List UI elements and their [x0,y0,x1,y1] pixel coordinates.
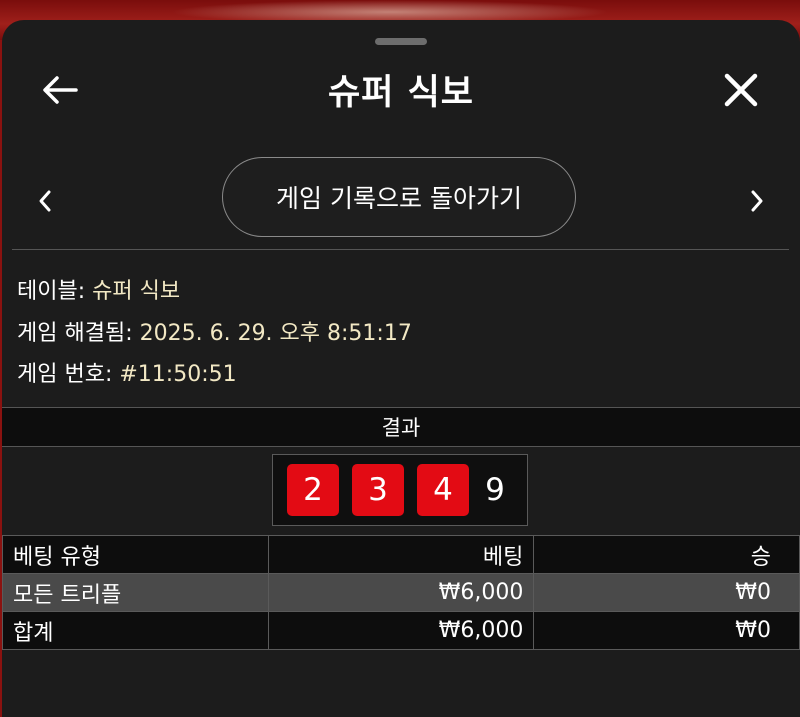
cell-total-label: 합계 [2,611,269,650]
cell-total-bet: ₩6,000 [267,611,535,650]
die-1: 2 [287,464,339,516]
table-total-row: 합계 ₩6,000 ₩0 [2,611,800,650]
column-header-bet: 베팅 [267,535,535,574]
info-table-label: 테이블: [17,279,86,304]
close-button[interactable] [718,68,764,112]
table-row: 모든 트리플 ₩6,000 ₩0 [2,573,800,612]
table-header-row: 베팅 유형 베팅 승 [2,535,800,574]
bets-table: 베팅 유형 베팅 승 모든 트리플 ₩6,000 ₩0 합계 ₩6,000 ₩0 [2,535,800,650]
results-header: 결과 [2,407,800,447]
return-to-history-button[interactable]: 게임 기록으로 돌아가기 [222,157,576,237]
dice-total: 9 [485,472,505,508]
next-game-button[interactable] [742,186,772,216]
die-2: 3 [352,464,404,516]
divider [12,249,789,250]
drag-handle[interactable] [375,38,427,45]
column-header-bet-type: 베팅 유형 [2,535,269,574]
page-title: 슈퍼 식보 [328,73,474,113]
die-3: 4 [417,464,469,516]
cell-win-amount: ₩0 [533,573,800,612]
cell-bet-amount: ₩6,000 [267,573,535,612]
game-detail-sheet: 슈퍼 식보 게임 기록으로 돌아가기 테이블: 슈퍼 식보 게임 해결됨: 20… [2,20,800,717]
dice-result: 2 3 4 9 [272,454,528,526]
info-game-number-label: 게임 번호: [17,362,113,387]
chevron-right-icon [751,190,763,212]
previous-game-button[interactable] [30,186,60,216]
chevron-left-icon [39,190,51,212]
column-header-win: 승 [533,535,800,574]
cell-total-win: ₩0 [533,611,800,650]
info-game-number-value: #11:50:51 [119,362,237,387]
info-settled: 게임 해결됨: 2025. 6. 29. 오후 8:51:17 [17,315,412,347]
info-table-value: 슈퍼 식보 [92,279,181,304]
close-icon [724,73,758,107]
info-settled-value: 2025. 6. 29. 오후 8:51:17 [139,321,412,346]
info-table: 테이블: 슈퍼 식보 [17,273,180,305]
info-settled-label: 게임 해결됨: [17,321,133,346]
info-game-number: 게임 번호: #11:50:51 [17,356,237,388]
cell-bet-type: 모든 트리플 [2,573,269,612]
